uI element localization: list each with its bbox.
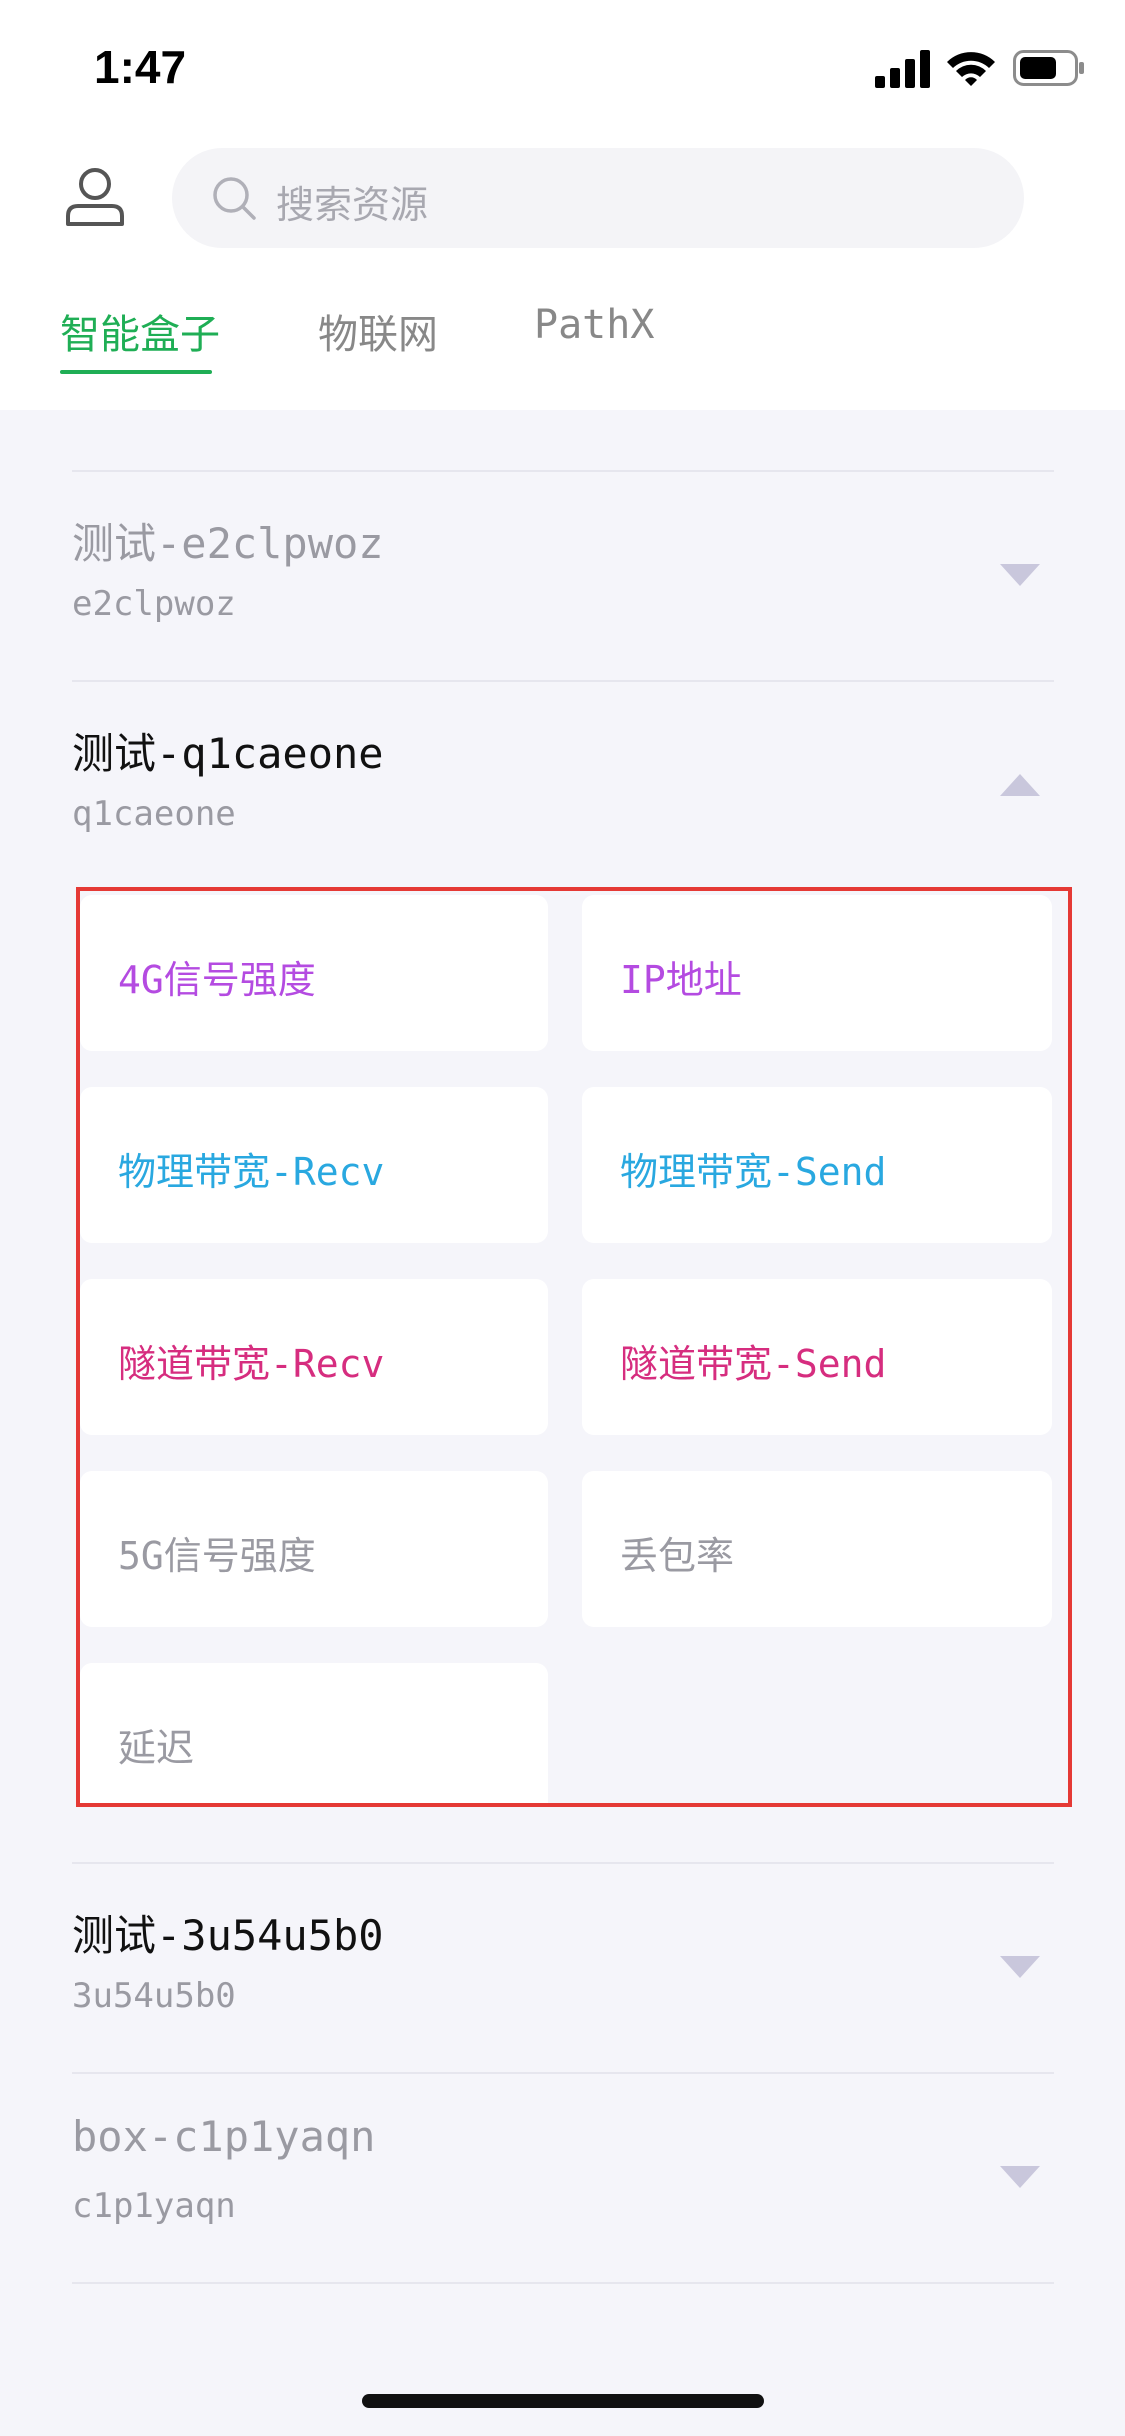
metric-label: 延迟 — [118, 1726, 195, 1770]
search-bar[interactable]: 搜索资源 — [172, 148, 1024, 248]
device-name: box-c1p1yaqn — [72, 2112, 376, 2161]
active-tab-indicator — [60, 370, 212, 374]
device-row[interactable]: 测试-3u54u5b0 3u54u5b0 — [72, 1864, 1054, 2072]
metric-card[interactable]: 物理带宽-Send — [582, 1087, 1052, 1243]
metric-card[interactable]: IP地址 — [582, 895, 1052, 1051]
metric-card[interactable]: 延迟 — [80, 1663, 548, 1803]
cellular-signal-icon — [875, 50, 930, 88]
metric-label: 丢包率 — [620, 1534, 735, 1578]
user-icon[interactable] — [64, 166, 126, 228]
search-input[interactable]: 搜索资源 — [276, 174, 428, 229]
chevron-up-icon[interactable] — [998, 772, 1042, 798]
device-id: q1caeone — [72, 794, 236, 834]
status-time: 1:47 — [94, 41, 187, 93]
metric-card[interactable]: 5G信号强度 — [80, 1471, 548, 1627]
device-id: e2clpwoz — [72, 584, 236, 624]
wifi-icon — [947, 52, 995, 86]
chevron-down-icon[interactable] — [998, 1954, 1042, 1980]
battery-icon — [1013, 50, 1084, 86]
device-name: 测试-3u54u5b0 — [72, 1911, 384, 1960]
metric-label: 物理带宽-Recv — [118, 1150, 385, 1194]
metric-label: 4G信号强度 — [118, 958, 316, 1002]
metric-label: 隧道带宽-Send — [620, 1342, 887, 1386]
device-row[interactable]: 测试-q1caeone q1caeone — [72, 682, 1054, 890]
chevron-down-icon[interactable] — [998, 562, 1042, 588]
search-icon — [213, 177, 256, 220]
metric-card[interactable]: 隧道带宽-Send — [582, 1279, 1052, 1435]
device-row[interactable]: 测试-e2clpwoz e2clpwoz — [72, 472, 1054, 680]
metric-card[interactable]: 隧道带宽-Recv — [80, 1279, 548, 1435]
tab-smart-box[interactable]: 智能盒子 — [60, 302, 220, 360]
tab-pathx[interactable]: PathX — [534, 302, 654, 348]
device-row[interactable]: box-c1p1yaqn c1p1yaqn — [72, 2074, 1054, 2282]
device-name: 测试-q1caeone — [72, 729, 384, 778]
metric-label: 物理带宽-Send — [620, 1150, 887, 1194]
device-id: 3u54u5b0 — [72, 1976, 236, 2016]
metric-label: IP地址 — [620, 958, 742, 1002]
metric-card[interactable]: 丢包率 — [582, 1471, 1052, 1627]
metric-label: 5G信号强度 — [118, 1534, 316, 1578]
home-indicator — [362, 2394, 764, 2408]
tab-iot[interactable]: 物联网 — [318, 302, 438, 360]
metric-card[interactable]: 4G信号强度 — [80, 895, 548, 1051]
device-id: c1p1yaqn — [72, 2186, 236, 2226]
header: 1:47 搜索资源 智能盒子 物联网 PathX — [0, 0, 1125, 410]
chevron-down-icon[interactable] — [998, 2164, 1042, 2190]
metric-label: 隧道带宽-Recv — [118, 1342, 385, 1386]
metrics-grid: 4G信号强度 IP地址 物理带宽-Recv 物理带宽-Send 隧道带宽-Rec… — [76, 887, 1072, 1807]
metric-card[interactable]: 物理带宽-Recv — [80, 1087, 548, 1243]
divider — [72, 2282, 1054, 2284]
device-name: 测试-e2clpwoz — [72, 519, 384, 568]
tab-bar: 智能盒子 物联网 PathX — [0, 290, 1125, 380]
